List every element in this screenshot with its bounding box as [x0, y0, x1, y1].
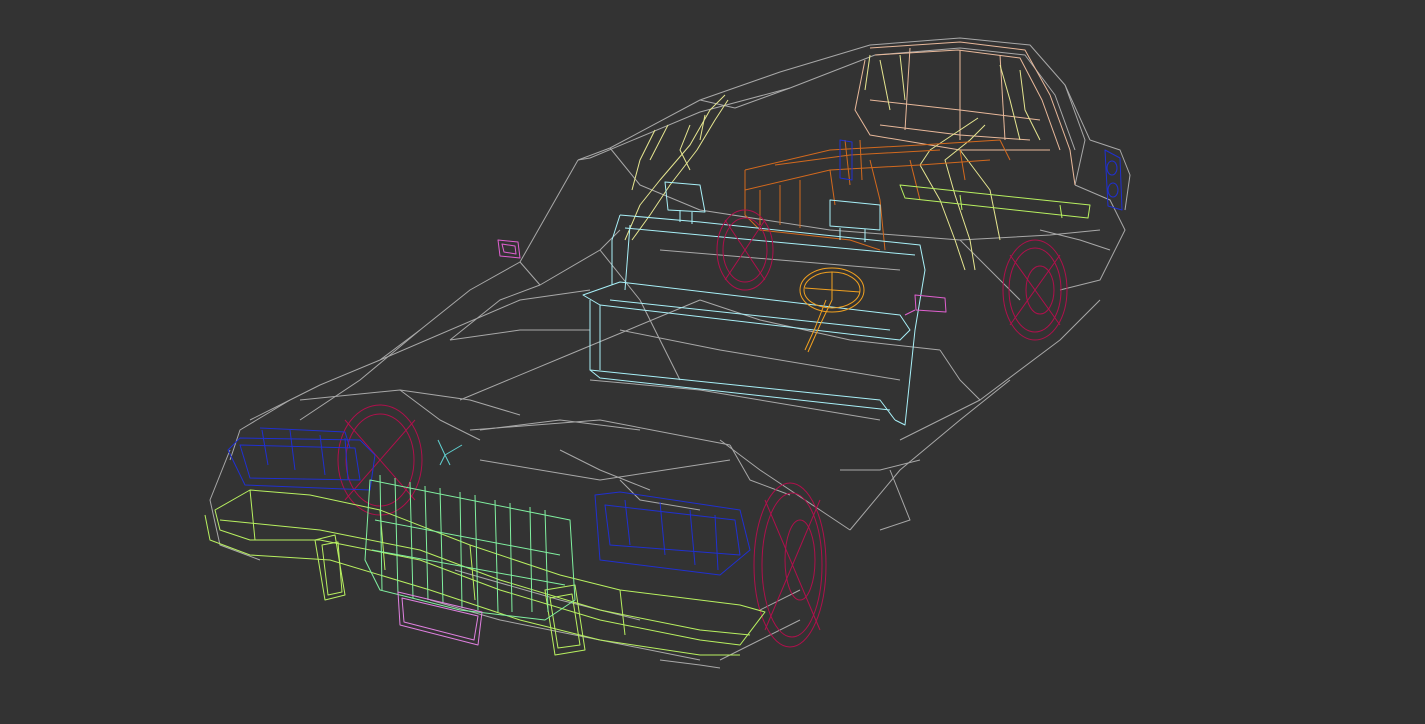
front-bumper [204, 489, 766, 656]
hood-ornament [437, 439, 463, 466]
car-wireframe-model [204, 37, 1131, 669]
license-plate [397, 591, 483, 646]
roof-frame [854, 41, 1076, 186]
car-body-shell [209, 37, 1131, 669]
3d-viewport[interactable] [0, 0, 1425, 724]
wheels [337, 209, 1068, 648]
